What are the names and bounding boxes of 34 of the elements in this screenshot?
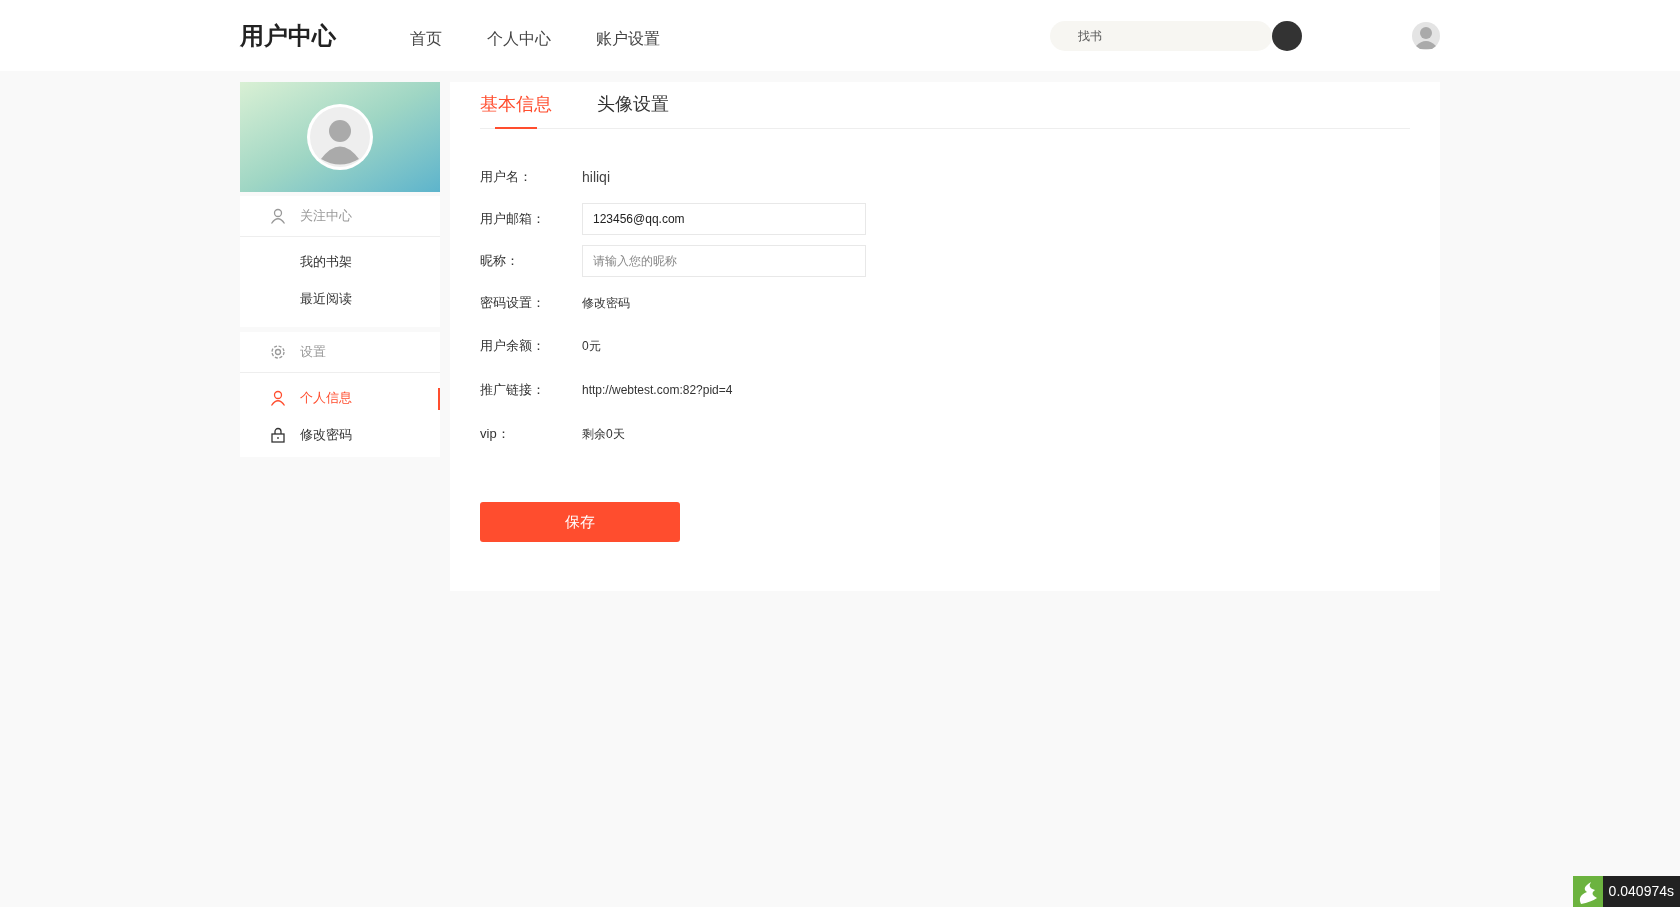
search-field[interactable]: 找书	[1050, 20, 1272, 51]
field-label: 推广链接：	[480, 381, 546, 400]
sidebar-item[interactable]: 我的书架	[300, 251, 352, 272]
profile-avatar[interactable]	[307, 104, 373, 170]
field-label: 用户邮箱：	[480, 210, 546, 229]
flame-logo-icon[interactable]	[1572, 876, 1603, 907]
avatar-icon[interactable]	[1412, 21, 1440, 50]
tab[interactable]: 头像设置	[597, 91, 669, 128]
search-button[interactable]	[1272, 20, 1302, 51]
user-icon	[270, 208, 286, 224]
input-field[interactable]: 请输入您的昵称	[582, 245, 866, 277]
field-label: 昵称：	[480, 252, 520, 271]
nav-link[interactable]: 个人中心	[487, 26, 551, 51]
debug-timer: 0.040974s	[1602, 876, 1680, 907]
site-logo[interactable]: 用户中心	[240, 17, 390, 54]
nav-link[interactable]: 首页	[410, 26, 442, 51]
input-field[interactable]: 123456@qq.com	[582, 203, 866, 235]
field-label: 密码设置：	[480, 294, 546, 313]
sidebar-item[interactable]: 最近阅读	[300, 288, 352, 309]
field-value: hiliqi	[582, 167, 610, 187]
sidebar-section-title: 关注中心	[300, 207, 352, 226]
field-label: 用户余额：	[480, 337, 546, 356]
lock-icon	[270, 426, 286, 443]
user-icon	[270, 389, 286, 406]
field-label: vip：	[480, 425, 511, 444]
field-label: 用户名：	[480, 168, 533, 187]
change-password-link[interactable]: 修改密码	[582, 294, 630, 312]
field-value: 0元	[582, 338, 601, 355]
settings-icon	[270, 344, 286, 360]
sidebar-item[interactable]: 修改密码	[300, 424, 352, 445]
nav-link[interactable]: 账户设置	[596, 26, 660, 51]
field-value: 剩余0天	[582, 426, 625, 443]
sidebar-section-title: 设置	[300, 343, 326, 362]
field-value: http://webtest.com:82?pid=4	[582, 382, 733, 399]
